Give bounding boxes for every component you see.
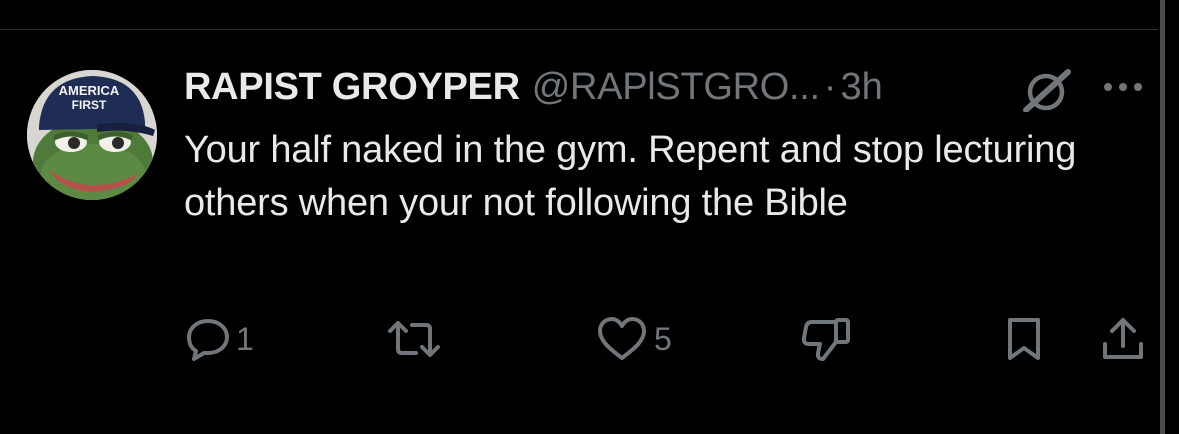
bookmark-icon xyxy=(1008,318,1040,360)
tweet-header: RAPIST GROYPER @RAPlSTGRO... · 3h xyxy=(184,62,883,112)
timestamp[interactable]: 3h xyxy=(840,66,882,109)
retweet-icon xyxy=(388,321,440,357)
reply-button[interactable]: 1 xyxy=(186,316,254,362)
dislike-button[interactable] xyxy=(800,316,852,362)
more-icon[interactable] xyxy=(1100,72,1146,102)
reply-icon xyxy=(187,319,229,361)
avatar[interactable]: AMERICA FIRST xyxy=(27,70,157,200)
share-icon xyxy=(1103,318,1143,359)
heart-icon xyxy=(598,317,646,360)
user-handle[interactable]: @RAPlSTGRO... xyxy=(532,66,820,109)
hat-text-line2: FIRST xyxy=(72,98,107,112)
like-button[interactable]: 5 xyxy=(596,316,672,362)
hat-text-line1: AMERICA xyxy=(59,83,120,98)
separator-dot: · xyxy=(823,65,837,108)
retweet-button[interactable] xyxy=(386,316,442,362)
reply-count: 1 xyxy=(236,320,254,357)
scrollbar[interactable] xyxy=(1160,0,1165,434)
top-divider xyxy=(0,29,1158,30)
display-name[interactable]: RAPIST GROYPER xyxy=(184,66,520,109)
avatar-image: AMERICA FIRST xyxy=(27,70,157,200)
bookmark-button[interactable] xyxy=(1004,316,1044,362)
grok-icon[interactable] xyxy=(1022,68,1074,112)
share-button[interactable] xyxy=(1100,316,1146,362)
tweet-text: Your half naked in the gym. Repent and s… xyxy=(184,129,1077,224)
like-count: 5 xyxy=(654,320,672,357)
thumbs-down-icon xyxy=(801,318,850,361)
